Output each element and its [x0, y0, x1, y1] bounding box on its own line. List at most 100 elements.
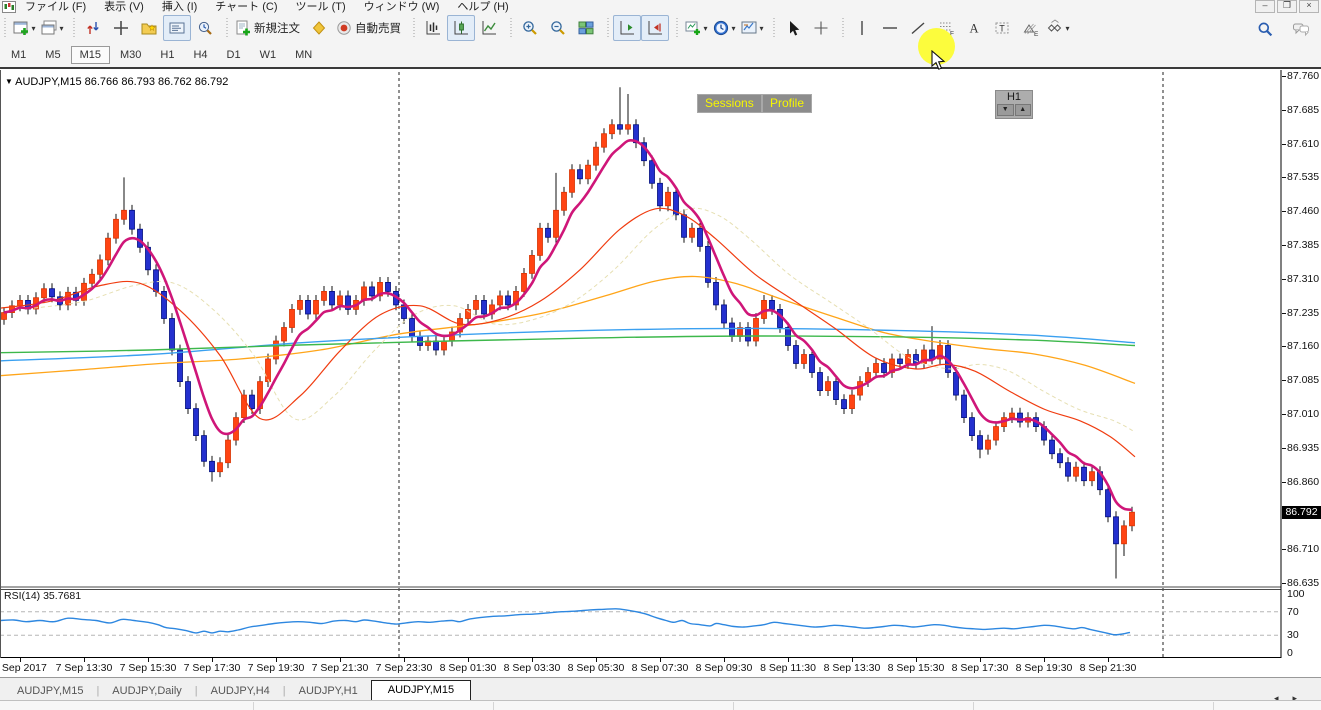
cycle-lines-button[interactable]: ▾	[1044, 15, 1072, 41]
zoom-in-icon	[521, 19, 539, 37]
timeframe-w1-button[interactable]: W1	[251, 46, 286, 64]
search-button[interactable]	[1251, 16, 1279, 42]
timeframe-h4-button[interactable]: H4	[184, 46, 216, 64]
data-window-button[interactable]	[107, 15, 135, 41]
shapes-button[interactable]: E	[1016, 15, 1044, 41]
restore-button[interactable]: ❐	[1277, 0, 1297, 13]
chart-shift-icon	[646, 19, 664, 37]
timeframe-m1-button[interactable]: M1	[2, 46, 35, 64]
price-tick	[1282, 177, 1286, 178]
price-axis-label: 87.385	[1287, 239, 1319, 251]
menu-item-6[interactable]: ヘルプ (H)	[448, 0, 517, 13]
profiles-button[interactable]: ▾	[38, 15, 66, 41]
text-label-button[interactable]: T	[988, 15, 1016, 41]
candlestick-chart-icon	[452, 19, 470, 37]
chart-shift-button[interactable]	[641, 15, 669, 41]
indicators-button[interactable]: ▾	[682, 15, 710, 41]
stepper-up-button[interactable]: ▲	[1015, 104, 1032, 116]
svg-text:T: T	[999, 24, 1005, 34]
new-order-button[interactable]: 新規注文	[232, 15, 305, 41]
menu-item-2[interactable]: 挿入 (I)	[153, 0, 206, 13]
text-icon: A	[965, 19, 983, 37]
market-watch-button[interactable]	[79, 15, 107, 41]
price-tick	[1282, 76, 1286, 77]
vertical-line-button[interactable]	[848, 15, 876, 41]
candlestick-chart-button[interactable]	[447, 15, 475, 41]
dropdown-arrow-icon[interactable]: ▾	[31, 24, 35, 33]
dropdown-arrow-icon[interactable]: ▾	[1065, 24, 1069, 33]
zoom-out-button[interactable]	[544, 15, 572, 41]
app-icon	[2, 1, 16, 13]
auto-trading-label: 自動売買	[355, 20, 401, 36]
rsi-axis-label: 70	[1287, 606, 1299, 618]
strategy-tester-button[interactable]	[191, 15, 219, 41]
price-tick	[1282, 380, 1286, 381]
auto-scroll-button[interactable]	[613, 15, 641, 41]
auto-scroll-icon	[618, 19, 636, 37]
dropdown-arrow-icon[interactable]: ▾	[759, 24, 763, 33]
tile-windows-button[interactable]	[572, 15, 600, 41]
bar-chart-button[interactable]	[419, 15, 447, 41]
chart-tab-0[interactable]: AUDJPY,M15	[4, 682, 96, 701]
zoom-in-button[interactable]	[516, 15, 544, 41]
dropdown-arrow-icon[interactable]: ▾	[731, 24, 735, 33]
terminal-button[interactable]	[163, 15, 191, 41]
chart-tab-2[interactable]: AUDJPY,H4	[198, 682, 283, 701]
timeframe-m5-button[interactable]: M5	[36, 46, 69, 64]
crosshair-button[interactable]	[807, 15, 835, 41]
timeframe-mn-button[interactable]: MN	[286, 46, 321, 64]
navigator-button[interactable]	[135, 15, 163, 41]
crosshair-icon	[812, 19, 830, 37]
price-tick	[1282, 211, 1286, 212]
auto-trading-button[interactable]: 自動売買	[333, 15, 406, 41]
close-button[interactable]: ×	[1299, 0, 1319, 13]
horizontal-line-button[interactable]	[876, 15, 904, 41]
dropdown-arrow-icon[interactable]: ▾	[703, 24, 707, 33]
chart-menu-marker[interactable]: ▼	[5, 77, 15, 86]
zoom-out-icon	[549, 19, 567, 37]
metaeditor-button[interactable]	[305, 15, 333, 41]
toolbar-group-6: ▾ ▾ ▾	[672, 14, 769, 42]
mt4-window: ファイル (F)表示 (V)挿入 (I)チャート (C)ツール (T)ウィンドウ…	[0, 0, 1321, 709]
menu-item-5[interactable]: ウィンドウ (W)	[355, 0, 449, 13]
timeframe-m30-button[interactable]: M30	[111, 46, 150, 64]
chart-title: ▼ AUDJPY,M15 86.766 86.793 86.762 86.792	[5, 76, 228, 88]
price-tick	[1282, 448, 1286, 449]
toolbar-group-4	[506, 14, 603, 42]
chat-button[interactable]	[1287, 16, 1315, 42]
profiles-icon	[40, 19, 58, 37]
price-tick	[1282, 144, 1286, 145]
periods-button[interactable]: ▾	[710, 15, 738, 41]
toolbar-group-3	[409, 14, 506, 42]
stepper-down-button[interactable]: ▼	[997, 104, 1014, 116]
line-chart-button[interactable]	[475, 15, 503, 41]
chart-tab-4[interactable]: AUDJPY,M15	[371, 680, 471, 702]
ma-pale-line	[34, 208, 1135, 432]
price-axis-label: 87.160	[1287, 340, 1319, 352]
menu-item-0[interactable]: ファイル (F)	[16, 0, 95, 13]
timeframe-d1-button[interactable]: D1	[218, 46, 250, 64]
minimize-button[interactable]: –	[1255, 0, 1275, 13]
chart-tab-3[interactable]: AUDJPY,H1	[286, 682, 371, 701]
menu-item-1[interactable]: 表示 (V)	[95, 0, 153, 13]
sessions-button[interactable]: Sessions	[697, 94, 762, 113]
text-button[interactable]: A	[960, 15, 988, 41]
chart-tab-1[interactable]: AUDJPY,Daily	[99, 682, 195, 701]
cursor-button[interactable]	[779, 15, 807, 41]
new-chart-button[interactable]: ▾	[10, 15, 38, 41]
timeframe-h1-button[interactable]: H1	[151, 46, 183, 64]
vertical-line-icon	[853, 19, 871, 37]
price-chart[interactable]	[0, 70, 1282, 658]
price-axis-label: 87.610	[1287, 138, 1319, 150]
terminal-icon	[168, 19, 186, 37]
menu-item-4[interactable]: ツール (T)	[287, 0, 355, 13]
templates-button[interactable]: ▾	[738, 15, 766, 41]
profile-button[interactable]: Profile	[762, 94, 812, 113]
bar-chart-icon	[424, 19, 442, 37]
line-chart-icon	[480, 19, 498, 37]
menu-item-3[interactable]: チャート (C)	[206, 0, 286, 13]
cursor-icon	[784, 19, 802, 37]
timeframe-m15-button[interactable]: M15	[71, 46, 110, 64]
data-window-icon	[112, 19, 130, 37]
dropdown-arrow-icon[interactable]: ▾	[59, 24, 63, 33]
